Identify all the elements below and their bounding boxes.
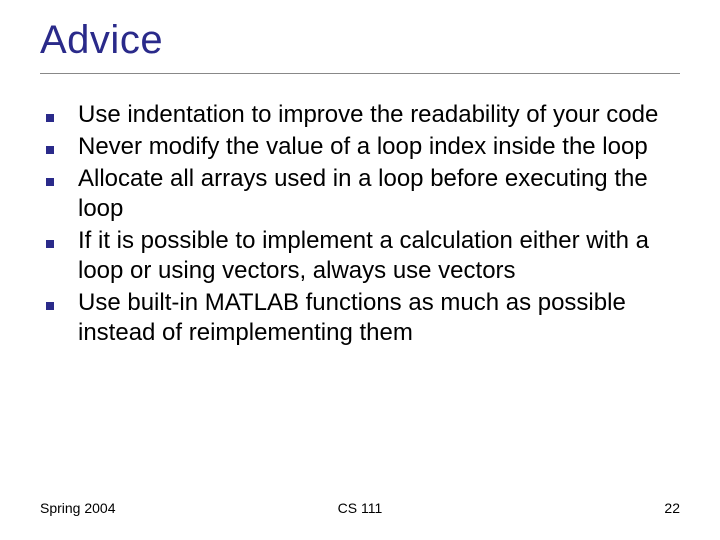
list-item: If it is possible to implement a calcula… bbox=[46, 226, 680, 286]
square-bullet-icon bbox=[46, 240, 54, 248]
footer-left: Spring 2004 bbox=[40, 500, 253, 516]
bullet-text: Use built-in MATLAB functions as much as… bbox=[78, 288, 680, 348]
square-bullet-icon bbox=[46, 302, 54, 310]
bullet-text: Allocate all arrays used in a loop befor… bbox=[78, 164, 680, 224]
bullet-text: If it is possible to implement a calcula… bbox=[78, 226, 680, 286]
list-item: Use built-in MATLAB functions as much as… bbox=[46, 288, 680, 348]
square-bullet-icon bbox=[46, 146, 54, 154]
square-bullet-icon bbox=[46, 178, 54, 186]
slide-footer: Spring 2004 CS 111 22 bbox=[0, 500, 720, 516]
list-item: Use indentation to improve the readabili… bbox=[46, 100, 680, 130]
slide-title: Advice bbox=[40, 18, 680, 63]
bullet-text: Use indentation to improve the readabili… bbox=[78, 100, 658, 130]
list-item: Allocate all arrays used in a loop befor… bbox=[46, 164, 680, 224]
square-bullet-icon bbox=[46, 114, 54, 122]
footer-center: CS 111 bbox=[253, 500, 466, 516]
title-underline bbox=[40, 73, 680, 74]
bullet-list: Use indentation to improve the readabili… bbox=[40, 100, 680, 348]
list-item: Never modify the value of a loop index i… bbox=[46, 132, 680, 162]
bullet-text: Never modify the value of a loop index i… bbox=[78, 132, 648, 162]
footer-right: 22 bbox=[467, 500, 680, 516]
slide: Advice Use indentation to improve the re… bbox=[0, 0, 720, 540]
